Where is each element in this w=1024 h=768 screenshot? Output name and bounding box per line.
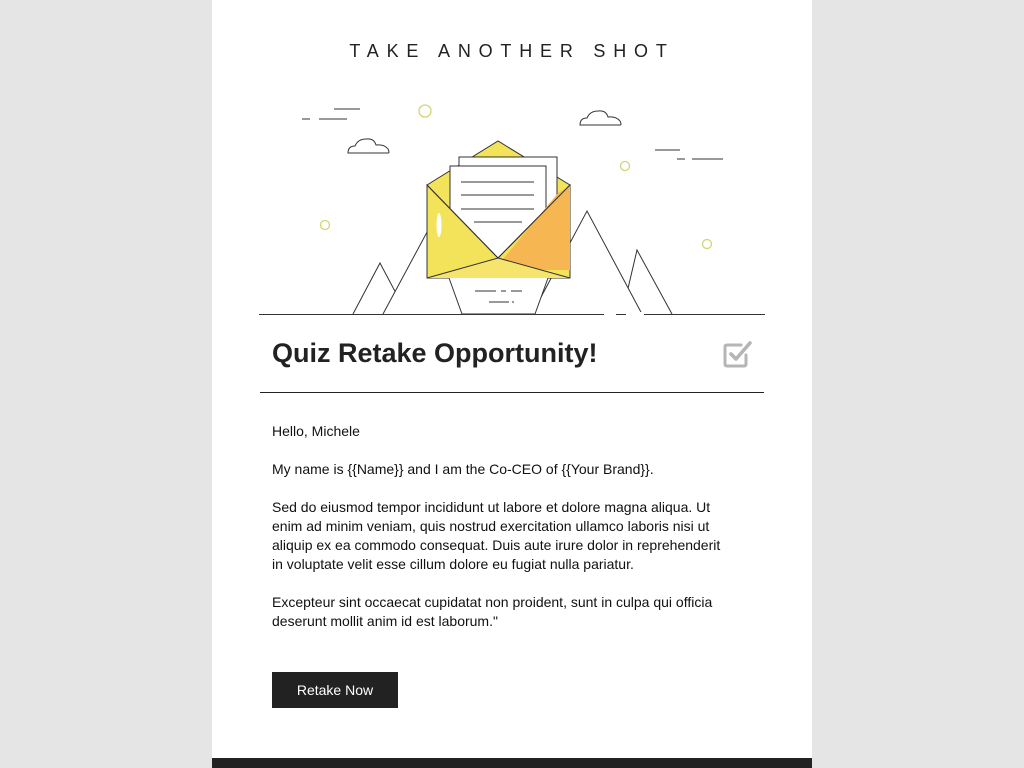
body-paragraph: Excepteur sint occaecat cupidatat non pr… — [272, 594, 713, 629]
footer-bar — [212, 758, 812, 768]
email-card: TAKE ANOTHER SHOT Quiz Retake Opportunit… — [212, 0, 812, 768]
checked-box-icon — [723, 341, 752, 368]
intro-text: My name is {{Name}} and I am the Co-CEO … — [272, 461, 654, 477]
divider — [260, 392, 764, 393]
cloud-icon — [347, 138, 390, 154]
cloud-icon — [579, 110, 622, 126]
greeting: Hello, Michele — [272, 423, 360, 439]
envelope-illustration — [259, 104, 765, 316]
page-title: Quiz Retake Opportunity! — [272, 338, 598, 368]
body-paragraph: Sed do eiusmod tempor incididunt ut labo… — [272, 499, 721, 572]
retake-now-button[interactable]: Retake Now — [272, 672, 398, 708]
message-body: Hello, Michele My name is {{Name}} and I… — [272, 422, 732, 650]
